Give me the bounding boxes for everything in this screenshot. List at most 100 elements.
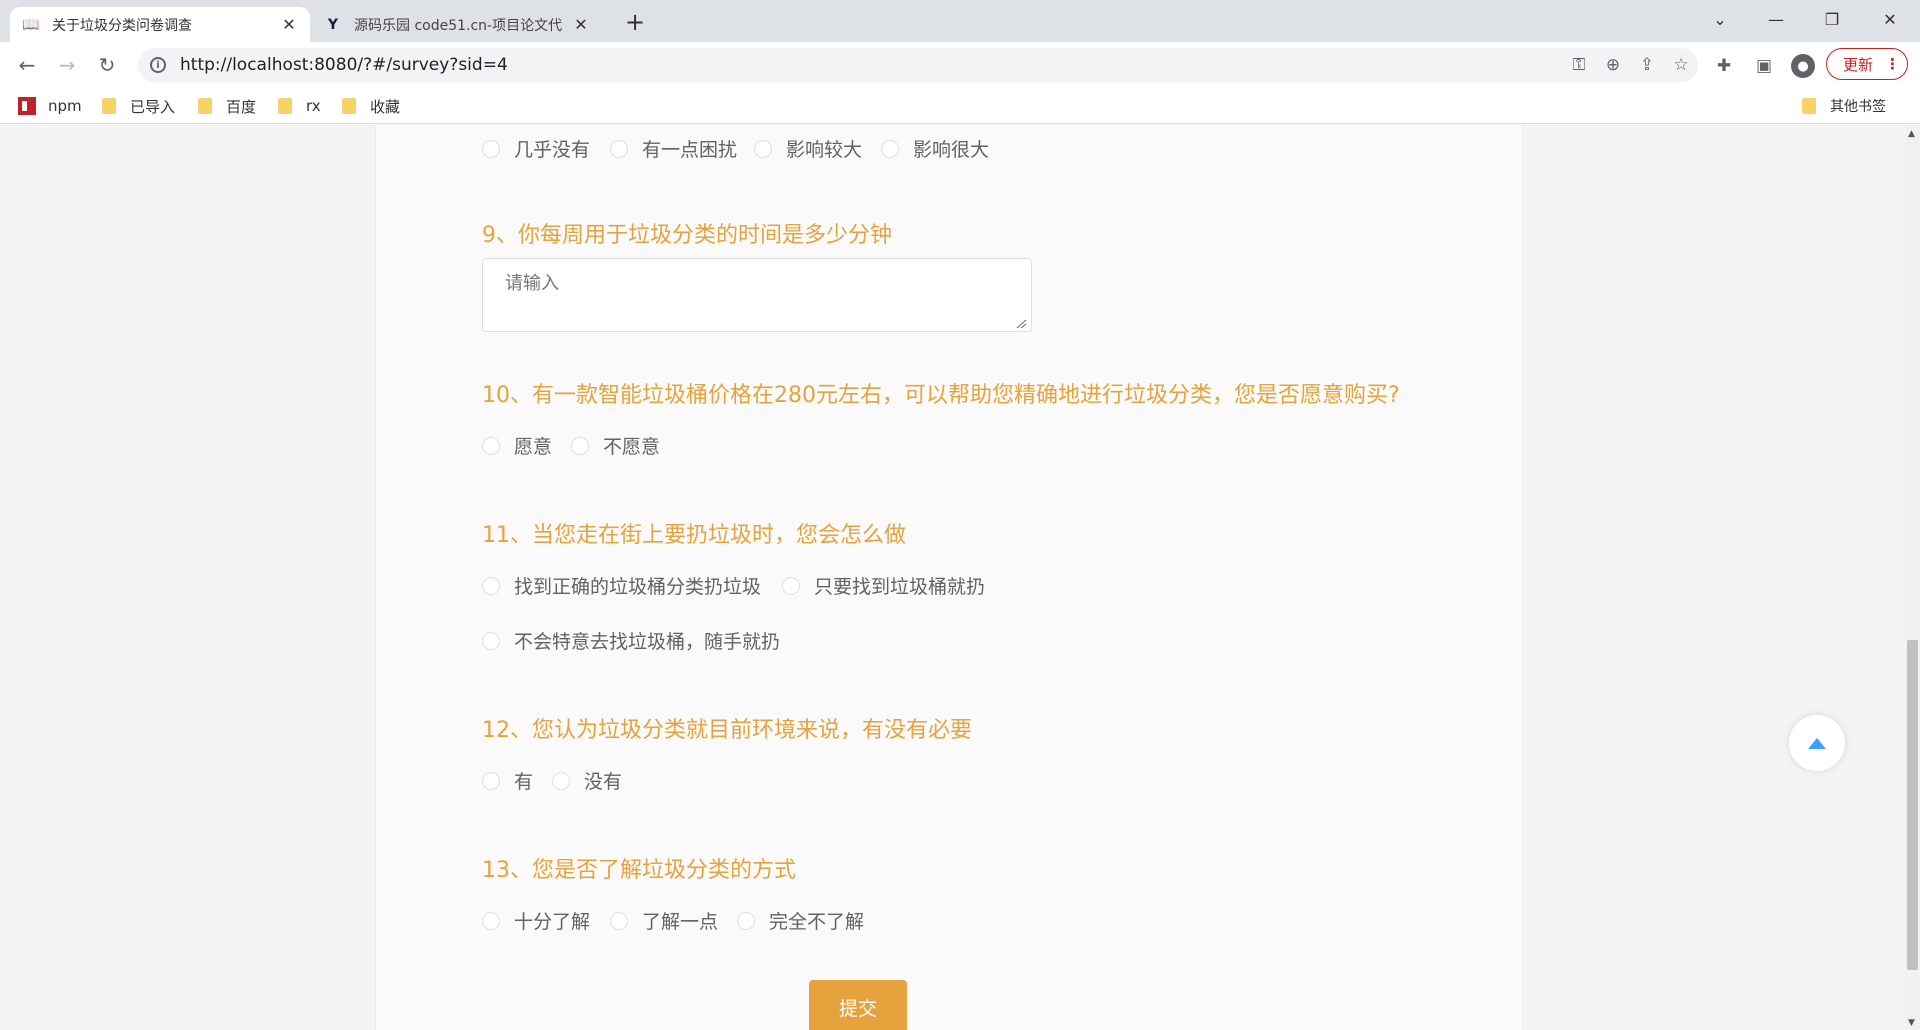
folder-icon (1802, 98, 1816, 114)
q8-option[interactable]: 有一点困扰 (610, 135, 737, 162)
tab-title: 源码乐园 code51.cn-项目论文代 (354, 17, 563, 34)
bookmark-rx[interactable]: rx (278, 95, 321, 117)
q9-textarea[interactable] (482, 258, 1032, 332)
bookmark-label: npm (48, 97, 82, 115)
q11-option[interactable]: 不会特意去找垃圾桶，随手就扔 (482, 627, 780, 654)
tab-search-icon[interactable]: ⌄ (1692, 0, 1748, 38)
radio-icon[interactable] (610, 911, 628, 930)
radio-icon[interactable] (482, 911, 500, 930)
caret-up-icon (1808, 737, 1826, 749)
new-tab-button[interactable]: + (620, 8, 650, 36)
q13-option[interactable]: 十分了解 (482, 907, 590, 934)
submit-button[interactable]: 提交 (809, 980, 907, 1030)
window-close-button[interactable]: ✕ (1862, 0, 1918, 38)
option-label: 愿意 (514, 436, 553, 458)
address-bar[interactable]: i http://localhost:8080/?#/survey?sid=4 … (138, 48, 1698, 82)
option-label: 影响很大 (913, 139, 990, 161)
radio-icon[interactable] (482, 771, 500, 790)
scrollbar[interactable]: ▲ ▼ (1905, 125, 1920, 1030)
scrollbar-thumb[interactable] (1907, 640, 1918, 970)
minimize-button[interactable]: — (1748, 0, 1804, 38)
q12-option[interactable]: 有 (482, 767, 533, 794)
q13-option[interactable]: 完全不了解 (737, 907, 864, 934)
y-logo-icon: Y (327, 16, 339, 33)
close-icon[interactable]: ✕ (280, 15, 298, 34)
restore-button[interactable]: ❐ (1804, 0, 1860, 38)
page-viewport: 几乎没有 有一点困扰 影响较大 影响很大 9、你每周用于垃圾分类的时间是多少分钟… (0, 125, 1905, 1030)
radio-icon[interactable] (754, 139, 772, 158)
folder-icon (198, 98, 212, 114)
option-label: 找到正确的垃圾桶分类扔垃圾 (514, 576, 762, 598)
back-icon[interactable]: ← (12, 50, 42, 80)
extensions-icon[interactable]: ✚ (1710, 52, 1738, 80)
bookmark-other[interactable]: 其他书签 (1802, 95, 1886, 117)
url-text[interactable]: http://localhost:8080/?#/survey?sid=4 (180, 55, 1562, 75)
forward-icon[interactable]: → (52, 50, 82, 80)
star-icon[interactable]: ☆ (1664, 55, 1698, 75)
info-icon[interactable]: i (150, 57, 166, 73)
radio-icon[interactable] (571, 436, 589, 455)
scroll-down-icon[interactable]: ▼ (1908, 1018, 1915, 1028)
bookmark-label: 百度 (226, 97, 257, 116)
q13-option[interactable]: 了解一点 (610, 907, 718, 934)
q12-option[interactable]: 没有 (552, 767, 622, 794)
bookmark-npm[interactable]: npm (18, 95, 82, 117)
resize-grip-icon[interactable] (1015, 319, 1027, 329)
option-label: 完全不了解 (769, 911, 865, 933)
tab-code51[interactable]: Y 源码乐园 code51.cn-项目论文代 ✕ (312, 7, 602, 42)
q10-option[interactable]: 愿意 (482, 432, 552, 459)
bookmark-label: 已导入 (130, 97, 176, 116)
option-label: 不会特意去找垃圾桶，随手就扔 (514, 631, 781, 653)
update-button[interactable]: 更新 ⋮ (1826, 48, 1908, 80)
tab-survey[interactable]: 📖 关于垃圾分类问卷调查 ✕ (10, 7, 310, 42)
q10-title: 10、有一款智能垃圾桶价格在280元左右，可以帮助您精确地进行垃圾分类，您是否愿… (482, 383, 1400, 408)
radio-icon[interactable] (482, 631, 500, 650)
q11-option[interactable]: 只要找到垃圾桶就扔 (782, 572, 985, 599)
tab-strip: 📖 关于垃圾分类问卷调查 ✕ Y 源码乐园 code51.cn-项目论文代 ✕ … (0, 0, 1920, 42)
browser-toolbar: ← → ↻ i http://localhost:8080/?#/survey?… (0, 42, 1920, 88)
q8-option[interactable]: 几乎没有 (482, 135, 590, 162)
radio-icon[interactable] (482, 436, 500, 455)
back-to-top-button[interactable] (1789, 715, 1845, 771)
q10-option[interactable]: 不愿意 (571, 432, 660, 459)
profile-button[interactable]: ● (1789, 52, 1817, 80)
bookmark-baidu[interactable]: 百度 (198, 95, 256, 117)
q12-title: 12、您认为垃圾分类就目前环境来说，有没有必要 (482, 718, 972, 743)
folder-icon (278, 98, 292, 114)
option-label: 几乎没有 (514, 139, 591, 161)
zoom-icon[interactable]: ⊕ (1596, 55, 1630, 75)
side-panel-icon[interactable]: ▣ (1750, 52, 1778, 80)
bookmark-favorites[interactable]: 收藏 (342, 95, 400, 117)
key-icon[interactable]: ⚿ (1562, 55, 1596, 75)
radio-icon[interactable] (482, 139, 500, 158)
folder-icon (102, 98, 116, 114)
close-icon[interactable]: ✕ (572, 15, 590, 34)
radio-icon[interactable] (552, 771, 570, 790)
bookmark-label: 其他书签 (1830, 99, 1886, 115)
update-label: 更新 (1843, 55, 1874, 74)
radio-icon[interactable] (610, 139, 628, 158)
book-icon: 📖 (22, 16, 40, 33)
q9-title: 9、你每周用于垃圾分类的时间是多少分钟 (482, 223, 892, 248)
bookmark-label: 收藏 (370, 97, 401, 116)
npm-icon (18, 97, 36, 115)
radio-icon[interactable] (881, 139, 899, 158)
scroll-up-icon[interactable]: ▲ (1908, 129, 1915, 139)
radio-icon[interactable] (737, 911, 755, 930)
bookmarks-bar: npm 已导入 百度 rx 收藏 其他书签 (0, 88, 1920, 124)
q11-option[interactable]: 找到正确的垃圾桶分类扔垃圾 (482, 572, 761, 599)
reload-icon[interactable]: ↻ (92, 50, 122, 80)
tab-title: 关于垃圾分类问卷调查 (52, 17, 192, 34)
option-label: 十分了解 (514, 911, 591, 933)
radio-icon[interactable] (782, 576, 800, 595)
radio-icon[interactable] (482, 576, 500, 595)
share-icon[interactable]: ⇪ (1630, 55, 1664, 75)
avatar: ● (1791, 54, 1815, 78)
option-label: 有 (514, 771, 534, 793)
option-label: 影响较大 (786, 139, 863, 161)
bookmark-label: rx (306, 97, 321, 115)
bookmark-imported[interactable]: 已导入 (102, 95, 175, 117)
q8-option[interactable]: 影响较大 (754, 135, 862, 162)
menu-dots-icon: ⋮ (1885, 55, 1901, 73)
q8-option[interactable]: 影响很大 (881, 135, 989, 162)
